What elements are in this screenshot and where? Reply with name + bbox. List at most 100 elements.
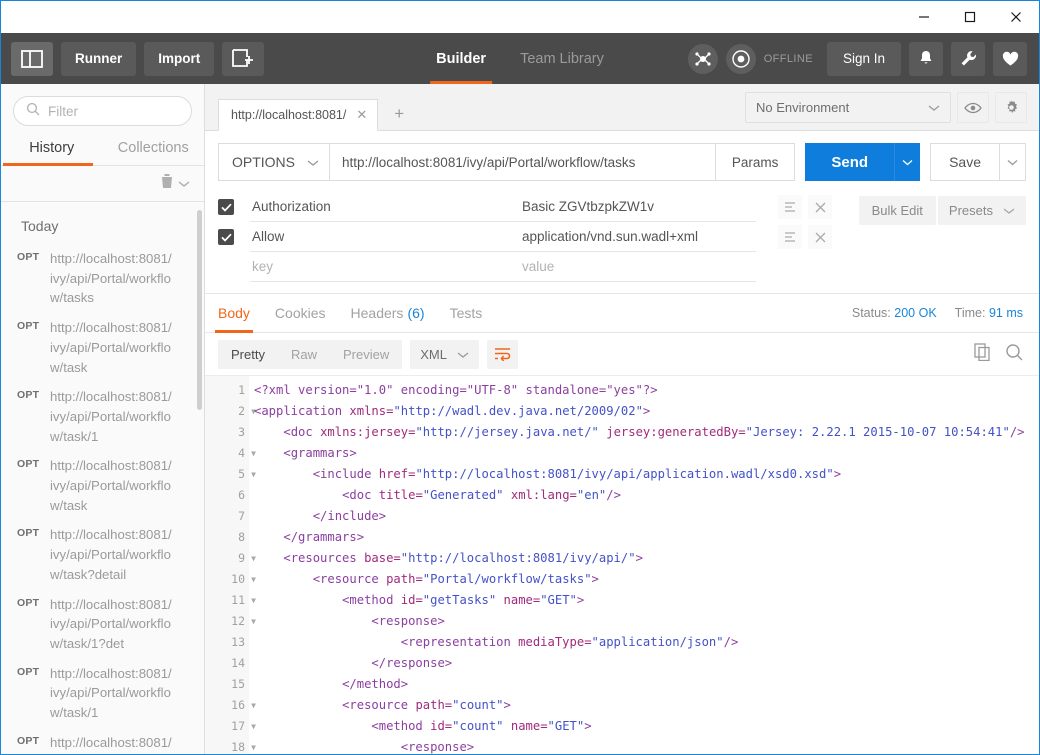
history-item[interactable]: OPT http://localhost:8081/ivy/api/Portal/… (1, 659, 204, 728)
sidebar-tab-collections[interactable]: Collections (103, 136, 205, 165)
bulk-edit-button[interactable]: Bulk Edit (858, 196, 936, 225)
header-value-input[interactable]: application/vnd.sun.wadl+xml (520, 223, 756, 252)
code-line: <doc title="Generated" xml:lang="en"/> (342, 488, 621, 502)
history-item-url: http://localhost:8081/ivy/api/Portal/wor… (50, 389, 172, 444)
header-key-input[interactable]: Authorization (250, 193, 520, 222)
history-item[interactable]: OPT http://localhost:8081/ivy/api/Portal/… (1, 728, 204, 754)
header-key-input[interactable]: Allow (250, 223, 520, 252)
import-button[interactable]: Import (144, 41, 215, 76)
maximize-button[interactable] (947, 2, 993, 33)
code-line: <include href="http://localhost:8081/ivy… (312, 467, 842, 481)
header-enabled-checkbox[interactable] (218, 229, 234, 245)
save-options-chevron-icon[interactable] (1000, 143, 1026, 181)
line-number: 1 (238, 383, 245, 397)
presets-button[interactable]: Presets (937, 196, 1026, 225)
view-mode-preview[interactable]: Preview (330, 340, 402, 369)
sign-in-button[interactable]: Sign In (826, 41, 901, 76)
line-number: 17 ▼ (205, 716, 256, 737)
header-row-delete-icon[interactable] (808, 225, 832, 249)
settings-wrench-icon[interactable] (951, 41, 985, 76)
trash-icon[interactable] (160, 173, 174, 194)
new-request-tab-button[interactable]: + (384, 99, 415, 129)
filter-box[interactable] (13, 96, 192, 126)
http-method-label: OPTIONS (232, 154, 296, 170)
sidebar-toggle-button[interactable] (11, 41, 53, 76)
url-input[interactable]: http://localhost:8081/ivy/api/Portal/wor… (330, 143, 716, 181)
sidebar-tab-history[interactable]: History (1, 136, 103, 166)
tab-team-library[interactable]: Team Library (520, 33, 604, 84)
line-number: 5 ▼ (205, 464, 256, 485)
environment-quick-look-eye-icon[interactable] (957, 92, 989, 123)
editor-code[interactable]: <?xml version="1.0" encoding="UTF-8" sta… (249, 376, 1039, 754)
line-number: 12 ▼ (205, 611, 256, 632)
history-item-method: OPT (17, 458, 40, 471)
response-body-editor[interactable]: 12▼34▼5▼6789▼10▼11▼12▼13141516▼17▼18▼192… (205, 375, 1039, 754)
word-wrap-toggle[interactable] (486, 339, 518, 369)
presets-label: Presets (948, 203, 993, 218)
header-row-menu-icon[interactable] (778, 225, 802, 249)
filter-input[interactable] (48, 103, 179, 119)
runner-button[interactable]: Runner (61, 41, 137, 76)
history-item[interactable]: OPT http://localhost:8081/ivy/api/Portal/… (1, 244, 204, 313)
request-tab[interactable]: http://localhost:8081/ ✕ (218, 99, 379, 131)
save-button[interactable]: Save (930, 143, 1000, 181)
minimize-button[interactable] (901, 2, 947, 33)
header-value-input[interactable]: Basic ZGVtbzpkZW1v (520, 193, 756, 222)
copy-icon[interactable] (974, 342, 991, 366)
time-group: Time: 91 ms (955, 306, 1023, 320)
view-mode-raw[interactable]: Raw (278, 340, 330, 369)
history-item[interactable]: OPT http://localhost:8081/ivy/api/Portal/… (1, 313, 204, 382)
favorites-heart-icon[interactable] (993, 41, 1027, 76)
code-line: <representation mediaType="application/j… (400, 635, 739, 649)
new-window-button[interactable] (222, 41, 265, 76)
url-row: OPTIONS http://localhost:8081/ivy/api/Po… (205, 131, 1039, 192)
history-item-method: OPT (17, 251, 40, 263)
code-line: <resource path="count"> (342, 698, 511, 712)
search-icon[interactable] (1005, 343, 1023, 366)
header-row-delete-icon[interactable] (808, 195, 832, 219)
interceptor-icon[interactable] (687, 43, 718, 74)
code-line: </grammars> (283, 530, 365, 544)
response-tab-tests[interactable]: Tests (450, 293, 483, 333)
notifications-bell-icon[interactable] (909, 41, 943, 76)
close-icon[interactable]: ✕ (356, 107, 367, 123)
line-number: 6 (238, 488, 245, 502)
header-enabled-checkbox[interactable] (218, 199, 234, 215)
header-row-menu-icon[interactable] (778, 195, 802, 219)
history-list[interactable]: Today OPT http://localhost:8081/ivy/api/P… (1, 202, 204, 754)
response-tab-count: (6) (407, 305, 425, 321)
send-button[interactable]: Send (805, 143, 895, 181)
history-item[interactable]: OPT http://localhost:8081/ivy/api/Portal/… (1, 520, 204, 589)
view-mode-pretty[interactable]: Pretty (218, 339, 278, 369)
window-titlebar (1, 1, 1039, 33)
header-value-input[interactable]: value (520, 253, 756, 282)
line-number: 2 ▼ (205, 401, 256, 422)
sidebar: History Collections Today OPT (1, 84, 205, 754)
code-line: <response> (371, 614, 445, 628)
sync-status-icon[interactable] (725, 43, 756, 74)
history-item[interactable]: OPT http://localhost:8081/ivy/api/Portal/… (1, 451, 204, 520)
sidebar-scrollbar[interactable] (197, 210, 202, 410)
history-item[interactable]: OPT http://localhost:8081/ivy/api/Portal/… (1, 382, 204, 451)
environment-settings-gear-icon[interactable] (995, 92, 1027, 123)
http-method-selector[interactable]: OPTIONS (218, 143, 330, 181)
response-tab-label: Headers (350, 305, 404, 321)
response-tab-headers[interactable]: Headers (6) (351, 293, 425, 333)
send-options-chevron-icon[interactable] (894, 143, 921, 181)
language-selector[interactable]: XML (410, 339, 479, 369)
params-button[interactable]: Params (715, 143, 796, 181)
code-line: </include> (312, 509, 387, 523)
response-tab-body[interactable]: Body (215, 293, 253, 333)
tab-builder[interactable]: Builder (430, 33, 493, 84)
close-button[interactable] (993, 2, 1039, 33)
header-key-input[interactable]: key (250, 253, 520, 282)
chevron-down-icon[interactable] (178, 175, 190, 193)
history-item-url: http://localhost:8081/ivy/api/Portal/wor… (50, 251, 172, 306)
response-tabs: Body Cookies Headers (6) Tests Status: 200 O… (205, 293, 1039, 333)
response-tab-cookies[interactable]: Cookies (275, 293, 326, 333)
history-item[interactable]: OPT http://localhost:8081/ivy/api/Portal/… (1, 590, 204, 659)
status-label: Status: (851, 306, 891, 320)
chevron-down-icon (307, 154, 319, 170)
environment-selector[interactable]: No Environment (745, 92, 951, 123)
header-enabled-checkbox[interactable] (218, 259, 234, 275)
